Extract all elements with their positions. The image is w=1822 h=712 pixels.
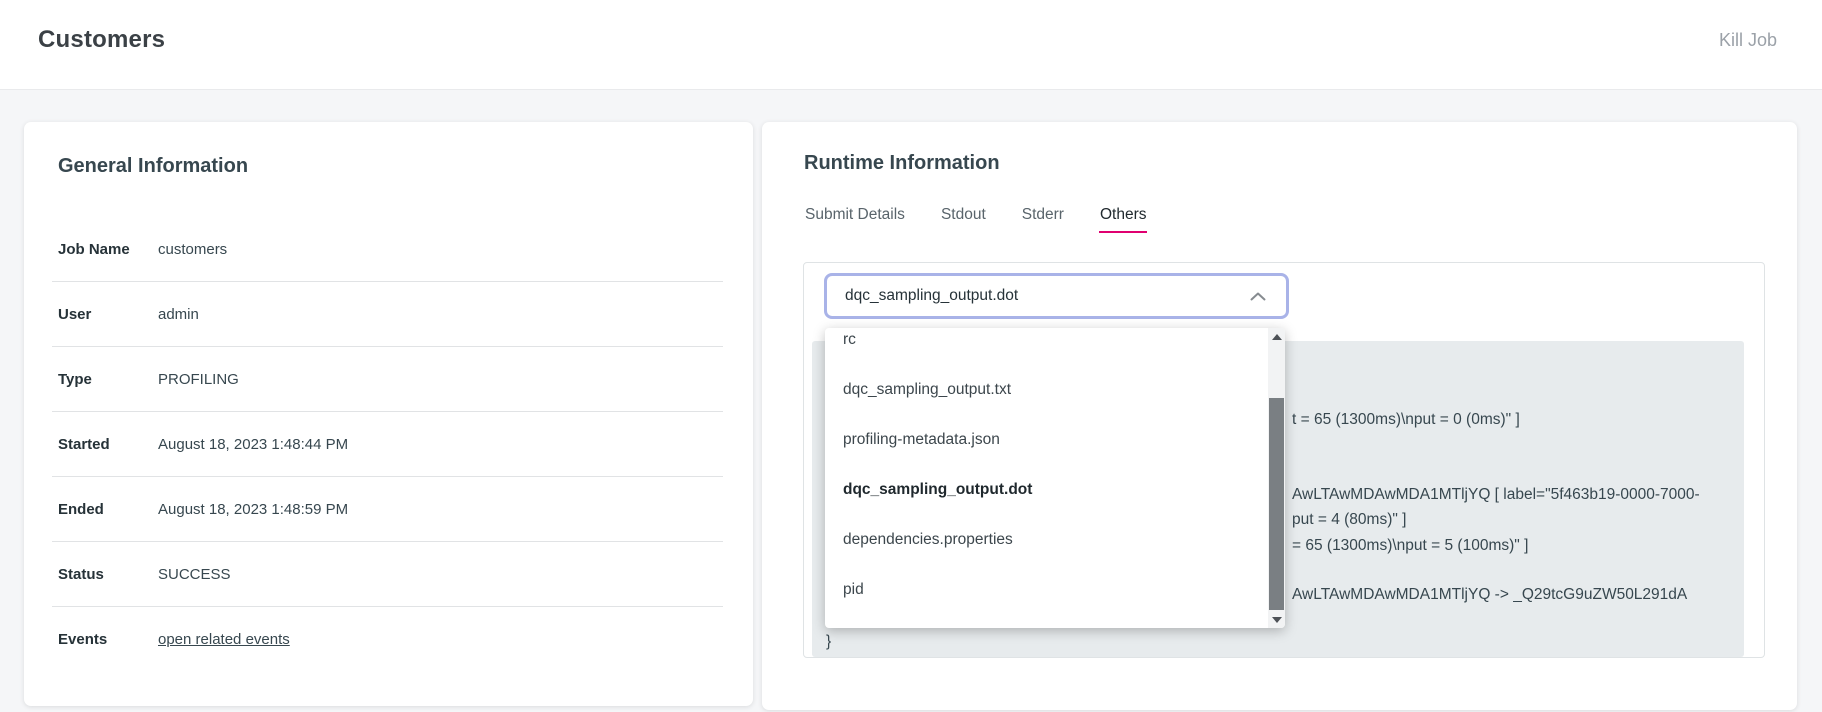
code-fragment: = 65 (1300ms)\nput = 5 (100ms)" ] [1292, 533, 1528, 558]
page-title: Customers [38, 26, 165, 54]
code-fragment: t = 65 (1300ms)\nput = 0 (0ms)" ] [1292, 407, 1520, 432]
info-value: customers [158, 241, 227, 258]
open-related-events-link[interactable]: open related events [158, 631, 290, 648]
dropdown-option-dqc-sampling-output-dot[interactable]: dqc_sampling_output.dot [825, 465, 1268, 515]
job-details-page: Customers Kill Job General Information J… [0, 0, 1822, 712]
code-fragment: AwLTAwMDAwMDA1MTljYQ [ label="5f463b19-0… [1292, 482, 1700, 507]
dropdown-scrollbar[interactable] [1268, 328, 1285, 628]
kill-job-button[interactable]: Kill Job [1719, 30, 1777, 51]
tab-submit-details[interactable]: Submit Details [804, 206, 906, 233]
output-file-dropdown-menu: rc dqc_sampling_output.txt profiling-met… [825, 328, 1285, 628]
info-value: August 18, 2023 1:48:44 PM [158, 436, 348, 453]
info-label: Ended [58, 501, 158, 518]
chevron-up-icon [1250, 292, 1266, 301]
info-label: Status [58, 566, 158, 583]
info-row-events: Events open related events [52, 607, 723, 672]
general-information-title: General Information [58, 155, 248, 178]
dropdown-option-rc[interactable]: rc [825, 328, 1268, 365]
code-fragment: } [826, 629, 831, 654]
info-row-type: Type PROFILING [52, 347, 723, 412]
info-label: Job Name [58, 241, 158, 258]
info-row-ended: Ended August 18, 2023 1:48:59 PM [52, 477, 723, 542]
info-row-user: User admin [52, 282, 723, 347]
scroll-up-arrow-icon[interactable] [1268, 328, 1285, 345]
runtime-tabs: Submit Details Stdout Stderr Others [804, 206, 1147, 233]
general-information-rows: Job Name customers User admin Type PROFI… [52, 217, 723, 672]
code-fragment: AwLTAwMDAwMDA1MTljYQ -> _Q29tcG9uZW50L29… [1292, 582, 1687, 607]
output-file-select[interactable]: dqc_sampling_output.dot [824, 273, 1289, 319]
tab-stderr[interactable]: Stderr [1021, 206, 1065, 233]
tab-stdout[interactable]: Stdout [940, 206, 987, 233]
runtime-information-title: Runtime Information [804, 152, 1000, 175]
info-label: Type [58, 371, 158, 388]
dropdown-scrollbar-thumb[interactable] [1269, 398, 1284, 610]
info-value: August 18, 2023 1:48:59 PM [158, 501, 348, 518]
info-label: Events [58, 631, 158, 648]
dropdown-option-profiling-metadata-json[interactable]: profiling-metadata.json [825, 415, 1268, 465]
scroll-down-arrow-icon[interactable] [1268, 611, 1285, 628]
output-file-select-value: dqc_sampling_output.dot [827, 287, 1250, 305]
info-value: PROFILING [158, 371, 239, 388]
dropdown-option-dependencies-properties[interactable]: dependencies.properties [825, 515, 1268, 565]
info-label: User [58, 306, 158, 323]
general-information-card: General Information Job Name customers U… [24, 122, 753, 706]
info-label: Started [58, 436, 158, 453]
dropdown-option-dqc-sampling-output-txt[interactable]: dqc_sampling_output.txt [825, 365, 1268, 415]
page-header: Customers Kill Job [0, 0, 1822, 90]
tab-others[interactable]: Others [1099, 206, 1148, 233]
code-fragment: put = 4 (80ms)" ] [1292, 507, 1406, 532]
info-row-status: Status SUCCESS [52, 542, 723, 607]
info-row-job-name: Job Name customers [52, 217, 723, 282]
info-row-started: Started August 18, 2023 1:48:44 PM [52, 412, 723, 477]
status-value: SUCCESS [158, 566, 231, 583]
dropdown-option-list: rc dqc_sampling_output.txt profiling-met… [825, 328, 1268, 615]
info-value: admin [158, 306, 199, 323]
dropdown-option-pid[interactable]: pid [825, 565, 1268, 615]
